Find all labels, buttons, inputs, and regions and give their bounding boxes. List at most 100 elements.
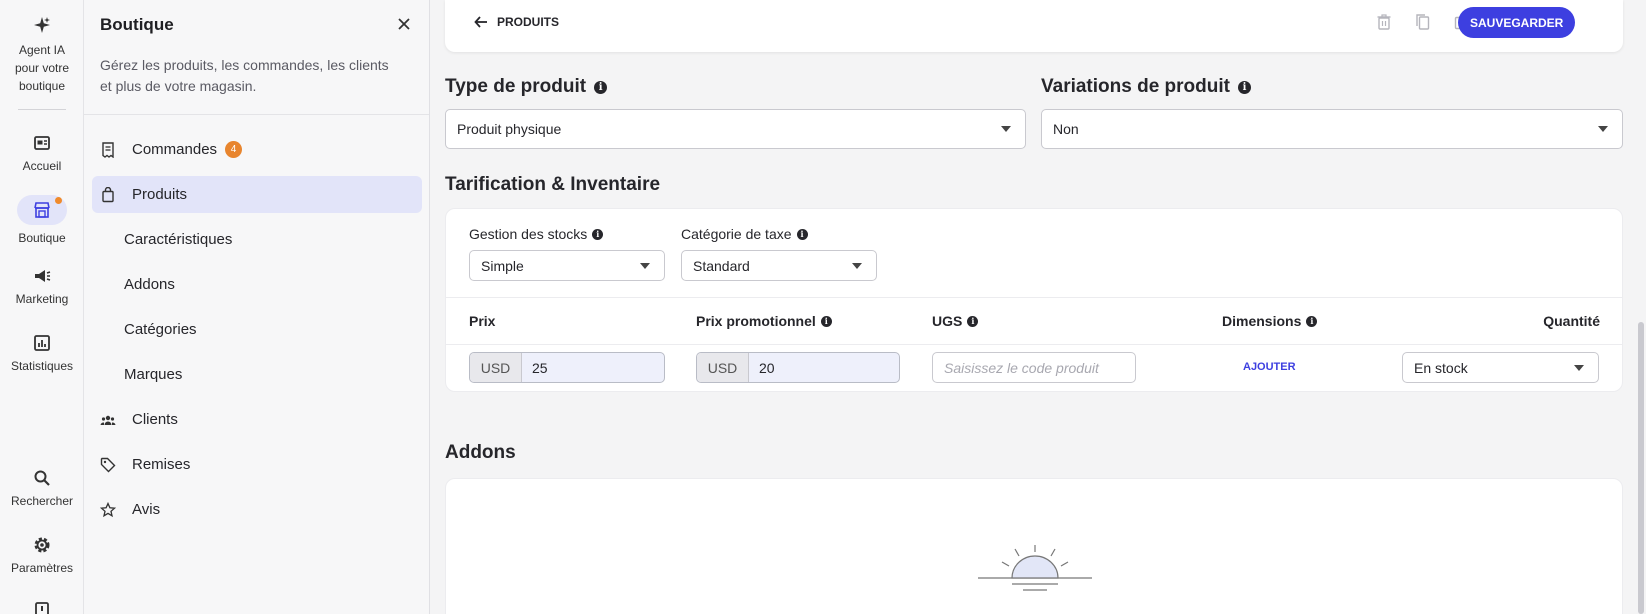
- panel-title: Boutique: [100, 15, 174, 34]
- shopping-bag-icon: [100, 186, 124, 203]
- orders-count-badge: 4: [225, 141, 243, 158]
- rail-label: Boutique: [18, 231, 66, 245]
- nav-item-caracteristiques[interactable]: Caractéristiques: [92, 221, 422, 258]
- quantity-select[interactable]: En stock: [1402, 352, 1599, 383]
- add-dimensions-button[interactable]: AJOUTER: [1243, 361, 1296, 373]
- product-type-heading: Type de produit i: [445, 76, 608, 98]
- caret-down-icon: [1001, 126, 1011, 132]
- tax-category-label: Catégorie de taxe i: [681, 226, 808, 242]
- divider: [84, 114, 429, 115]
- stock-management-label: Gestion des stocks i: [469, 226, 604, 242]
- nav-label: Catégories: [124, 321, 197, 338]
- quantity-value: En stock: [1414, 359, 1468, 376]
- rail-item-boutique[interactable]: Boutique: [0, 195, 84, 245]
- column-header-dimensions: Dimensions i: [1222, 313, 1318, 329]
- pricing-card: Gestion des stocks i Simple Catégorie de…: [445, 208, 1623, 392]
- caret-down-icon: [640, 262, 650, 269]
- sparkle-icon: [32, 15, 52, 35]
- rail-agent-line1: Agent IA: [18, 43, 66, 57]
- tag-icon: [100, 457, 124, 473]
- empty-state-sunrise-icon: [976, 545, 1094, 600]
- rail-divider: [18, 109, 66, 110]
- notification-dot: [55, 197, 62, 204]
- currency-label: USD: [470, 353, 522, 382]
- info-icon[interactable]: i: [594, 80, 608, 94]
- save-button[interactable]: SAUVEGARDER: [1458, 7, 1576, 38]
- app-rail: Agent IA pour votre boutique Accueil Bou…: [0, 0, 84, 614]
- stock-management-select[interactable]: Simple: [469, 250, 665, 281]
- rail-label: Accueil: [22, 159, 62, 173]
- column-header-promo: Prix promotionnel i: [696, 313, 832, 329]
- product-type-select[interactable]: Produit physique: [445, 109, 1026, 149]
- divider: [446, 297, 1622, 298]
- chart-icon: [32, 333, 52, 353]
- rail-item-feedback[interactable]: [0, 600, 84, 614]
- arrow-left-icon: [474, 16, 487, 28]
- main-content: PRODUITS SAUVEGARDER Type de produit i P…: [430, 0, 1646, 614]
- store-icon: [32, 200, 52, 220]
- back-to-products-link[interactable]: PRODUITS: [473, 14, 559, 30]
- rail-label: Rechercher: [10, 494, 74, 508]
- rail-item-accueil[interactable]: Accueil: [0, 133, 84, 173]
- rail-agent-line2: pour votre: [14, 61, 70, 75]
- info-icon[interactable]: i: [967, 315, 979, 327]
- duplicate-icon[interactable]: [1414, 13, 1434, 33]
- dimensions-header-text: Dimensions: [1222, 313, 1302, 329]
- nav-item-avis[interactable]: Avis: [92, 491, 422, 528]
- product-type-value: Produit physique: [457, 121, 562, 137]
- nav-item-produits[interactable]: Produits: [92, 176, 422, 213]
- boutique-panel: Boutique Gérez les produits, les command…: [84, 0, 430, 614]
- rail-item-rechercher[interactable]: Rechercher: [0, 468, 84, 508]
- nav-label: Caractéristiques: [124, 231, 233, 248]
- home-icon: [32, 133, 52, 153]
- rail-item-marketing[interactable]: Marketing: [0, 266, 84, 306]
- rail-item-agent-ia[interactable]: Agent IA pour votre boutique: [0, 15, 84, 95]
- tax-value: Standard: [693, 257, 750, 274]
- nav-label: Remises: [132, 456, 191, 473]
- tax-label-text: Catégorie de taxe: [681, 226, 792, 242]
- nav-item-marques[interactable]: Marques: [92, 356, 422, 393]
- nav-item-categories[interactable]: Catégories: [92, 311, 422, 348]
- caret-down-icon: [1574, 364, 1584, 371]
- trash-icon[interactable]: [1375, 13, 1395, 33]
- variations-title: Variations de produit: [1041, 76, 1230, 97]
- promo-price-value[interactable]: 20: [749, 353, 899, 382]
- rail-item-statistiques[interactable]: Statistiques: [0, 333, 84, 373]
- column-header-quantity: Quantité: [1543, 313, 1600, 329]
- panel-description: Gérez les produits, les commandes, les c…: [100, 57, 389, 94]
- stock-value: Simple: [481, 257, 524, 274]
- nav-item-clients[interactable]: Clients: [92, 401, 422, 438]
- variations-value: Non: [1053, 121, 1079, 137]
- users-icon: [100, 412, 124, 428]
- nav-label: Produits: [132, 186, 188, 203]
- nav-item-addons[interactable]: Addons: [92, 266, 422, 303]
- price-value[interactable]: 25: [522, 353, 664, 382]
- variations-select[interactable]: Non: [1041, 109, 1623, 149]
- caret-down-icon: [852, 262, 862, 269]
- info-icon[interactable]: i: [820, 315, 832, 327]
- alert-icon: [32, 600, 52, 614]
- nav-label: Clients: [132, 411, 178, 428]
- column-header-sku: UGS i: [932, 313, 979, 329]
- nav-item-remises[interactable]: Remises: [92, 446, 422, 483]
- tax-category-select[interactable]: Standard: [681, 250, 877, 281]
- pricing-heading: Tarification & Inventaire: [445, 174, 660, 196]
- info-icon[interactable]: i: [1306, 315, 1318, 327]
- rail-item-parametres[interactable]: Paramètres: [0, 535, 84, 575]
- nav-label: Commandes: [132, 141, 218, 158]
- price-input[interactable]: USD 25: [469, 352, 665, 383]
- info-icon[interactable]: i: [1237, 80, 1251, 94]
- info-icon[interactable]: i: [796, 228, 808, 240]
- scrollbar[interactable]: [1638, 322, 1644, 614]
- sku-header-text: UGS: [932, 313, 963, 329]
- nav-label: Avis: [132, 501, 161, 518]
- rail-active-indicator: [17, 195, 67, 225]
- nav-item-commandes[interactable]: Commandes 4: [92, 131, 422, 168]
- promo-price-input[interactable]: USD 20: [696, 352, 900, 383]
- sku-input[interactable]: Saisissez le code produit: [932, 352, 1136, 383]
- nav-label: Addons: [124, 276, 175, 293]
- rail-label: Statistiques: [10, 359, 74, 373]
- rail-label: Paramètres: [10, 561, 74, 575]
- close-icon[interactable]: [395, 15, 413, 33]
- info-icon[interactable]: i: [592, 228, 604, 240]
